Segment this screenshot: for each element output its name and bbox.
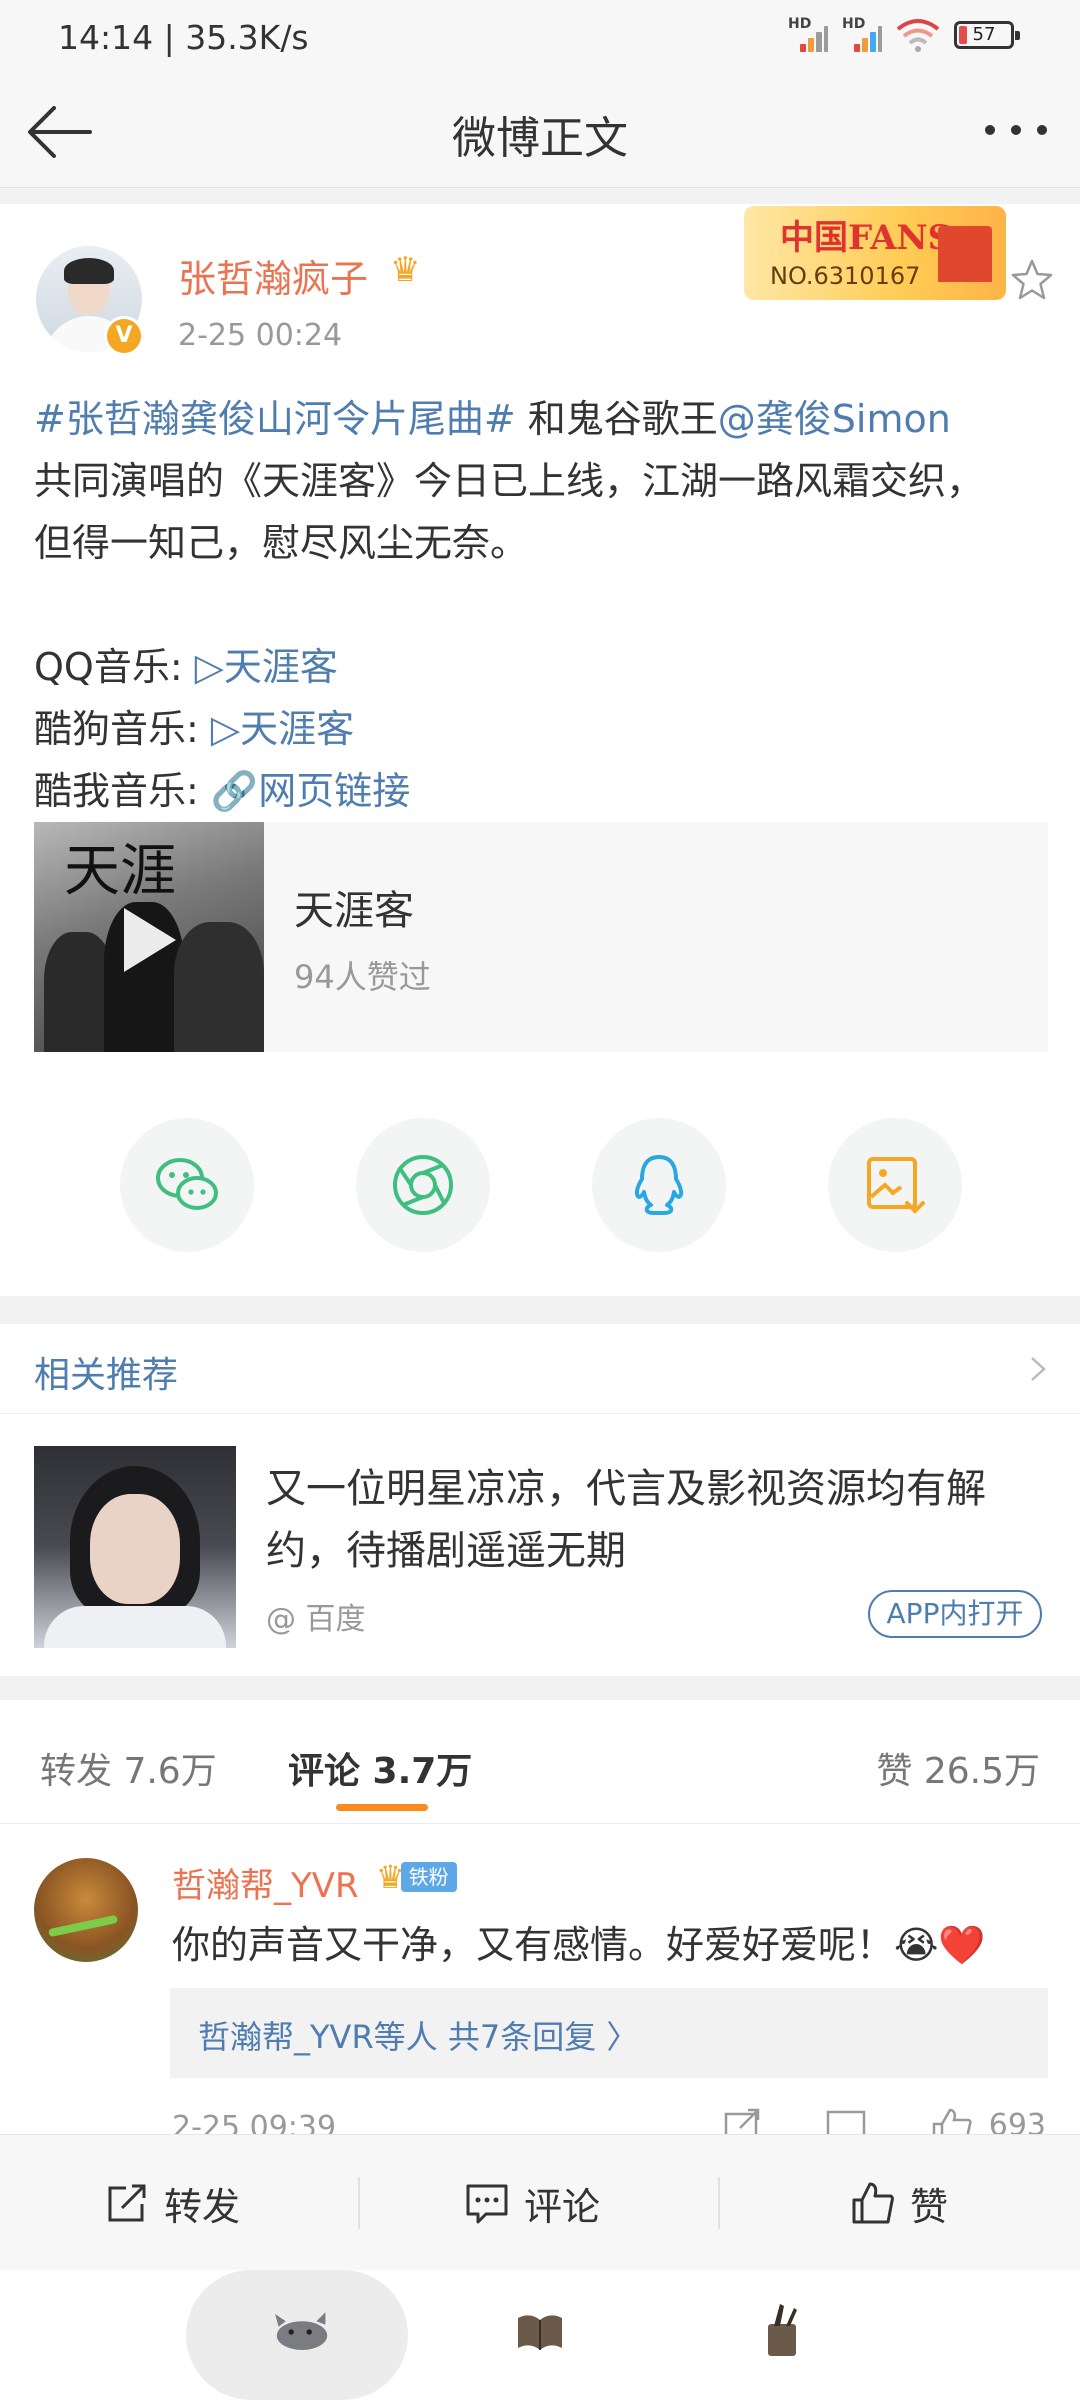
tab-repost[interactable]: 转发 7.6万 [40, 1742, 217, 1794]
signal-icon-2: HD [842, 16, 882, 54]
hd-label-2: HD [842, 16, 866, 32]
comment-icon [466, 2184, 508, 2224]
tabs-bar: 转发 7.6万 评论 3.7万 赞 26.5万 [0, 1700, 1080, 1824]
like-label: 赞 [910, 2184, 949, 2229]
commenter-avatar[interactable] [34, 1858, 138, 1962]
recommend-source: @ 百度 [266, 1602, 366, 1637]
repost-icon [108, 2184, 146, 2222]
wechat-icon [156, 1158, 218, 1210]
favorite-star-icon[interactable] [1010, 258, 1054, 302]
tab-underline [336, 1804, 428, 1811]
share-moments-button[interactable] [356, 1118, 490, 1252]
post-time: 2-25 00:24 [178, 318, 343, 353]
like-button[interactable]: 赞 [850, 2135, 948, 2271]
music-card[interactable]: 天涯 天涯客 94人赞过 [34, 822, 1048, 1052]
action-separator [718, 2177, 720, 2229]
post-blank-line [34, 574, 1046, 636]
save-image-button[interactable] [828, 1118, 962, 1252]
post-body: #张哲瀚龚俊山河令片尾曲# 和鬼谷歌王@龚俊Simon 共同演唱的《天涯客》今日… [34, 388, 1046, 822]
iron-fan-tag: 铁粉 [400, 1862, 457, 1892]
divider [0, 1676, 1080, 1700]
divider [0, 188, 1080, 204]
hd-label: HD [788, 16, 812, 32]
fans-badge-title: 中国FANS [780, 218, 953, 258]
fan-badge: ♛ 铁粉 [376, 1858, 457, 1896]
gate-icon [938, 226, 992, 282]
verified-badge: V [104, 316, 144, 356]
qq-music-link[interactable]: ▷天涯客 [195, 645, 338, 689]
commenter-name[interactable]: 哲瀚帮_YVR [172, 1858, 359, 1907]
recommend-headline[interactable]: 又一位明星凉凉，代言及影视资源均有解约，待播剧遥遥无期 [266, 1458, 1056, 1582]
repost-label: 转发 [164, 2184, 241, 2229]
replies-summary[interactable]: 哲瀚帮_YVR等人 共7条回复 〉 [198, 2012, 638, 2058]
music-title: 天涯客 [294, 888, 414, 934]
comment-button[interactable]: 评论 [464, 2135, 600, 2271]
moments-icon [393, 1155, 453, 1215]
more-options-icon[interactable] [982, 120, 1050, 140]
home-pill-button[interactable] [186, 2270, 408, 2400]
kugou-music-link[interactable]: ▷天涯客 [211, 707, 354, 751]
tab-like[interactable]: 赞 26.5万 [876, 1742, 1040, 1794]
comment-text: 你的声音又干净，又有感情。好爱好爱呢！😭❤️ [172, 1923, 986, 1967]
repost-button[interactable]: 转发 [104, 2135, 240, 2271]
replies-box[interactable]: 哲瀚帮_YVR等人 共7条回复 〉 [170, 1988, 1048, 2078]
page-title: 微博正文 [452, 113, 628, 164]
mention-link[interactable]: @龚俊Simon [718, 397, 951, 441]
recommend-thumbnail[interactable] [34, 1446, 236, 1648]
post-line-3: 但得一知己，慰尽风尘无奈。 [34, 521, 529, 565]
author-name[interactable]: 张哲瀚疯子 [178, 248, 368, 303]
wifi-icon [896, 19, 940, 52]
qq-icon [634, 1155, 684, 1215]
cat-icon [275, 2312, 328, 2350]
post-line-1: #张哲瀚龚俊山河令片尾曲# 和鬼谷歌王@龚俊Simon [34, 388, 1046, 450]
qq-music-label: QQ音乐: [34, 645, 195, 689]
open-in-app-button[interactable]: APP内打开 [868, 1590, 1042, 1638]
kuwo-web-link[interactable]: 🔗网页链接 [211, 769, 410, 813]
kugou-music-line: 酷狗音乐: ▷天涯客 [34, 698, 1046, 760]
tab-comment[interactable]: 评论 3.7万 [288, 1742, 472, 1794]
chevron-right-icon [1031, 1357, 1046, 1381]
comment-label: 评论 [524, 2184, 601, 2229]
pen-holder-icon[interactable] [760, 2302, 804, 2358]
kugou-music-label: 酷狗音乐: [34, 707, 211, 751]
music-cover-text: 天涯 [64, 839, 176, 904]
post-text-mid: 和鬼谷歌王 [515, 397, 718, 441]
hashtag-link[interactable]: #张哲瀚龚俊山河令片尾曲# [34, 397, 516, 441]
nav-bar: 微博正文 [0, 76, 1080, 188]
book-icon[interactable] [514, 2310, 566, 2354]
music-cover[interactable]: 天涯 [34, 822, 264, 1052]
thumbs-up-icon [852, 2182, 894, 2224]
share-wechat-button[interactable] [120, 1118, 254, 1252]
fans-badge-number: NO.6310167 [770, 262, 921, 290]
status-time-speed: 14:14 | 35.3K/s [58, 18, 309, 57]
save-image-icon [867, 1157, 925, 1214]
recommend-header[interactable]: 相关推荐 [0, 1324, 1080, 1414]
bottom-action-bar: 转发 评论 赞 [0, 2134, 1080, 2270]
kuwo-music-label: 酷我音乐: [34, 769, 211, 813]
battery-level: 57 [972, 24, 996, 45]
fans-badge[interactable]: 中国FANS NO.6310167 [744, 206, 1006, 300]
battery-icon: 57 [954, 21, 1020, 49]
crown-icon: ♛ [390, 250, 421, 290]
kuwo-music-line: 酷我音乐: 🔗网页链接 [34, 760, 1046, 822]
status-icons: HD HD 57 [788, 16, 1020, 54]
qq-music-line: QQ音乐: ▷天涯客 [34, 636, 1046, 698]
recommend-title: 相关推荐 [34, 1355, 179, 1396]
music-likes: 94人赞过 [294, 958, 431, 996]
play-icon[interactable] [124, 908, 176, 972]
action-separator [358, 2177, 360, 2229]
post-line-2: 共同演唱的《天涯客》今日已上线，江湖一路风霜交织， [34, 459, 985, 503]
share-qq-button[interactable] [592, 1118, 726, 1252]
divider [0, 1296, 1080, 1324]
status-bar: 14:14 | 35.3K/s HD HD 57 [0, 0, 1080, 76]
signal-icon: HD [788, 16, 828, 54]
